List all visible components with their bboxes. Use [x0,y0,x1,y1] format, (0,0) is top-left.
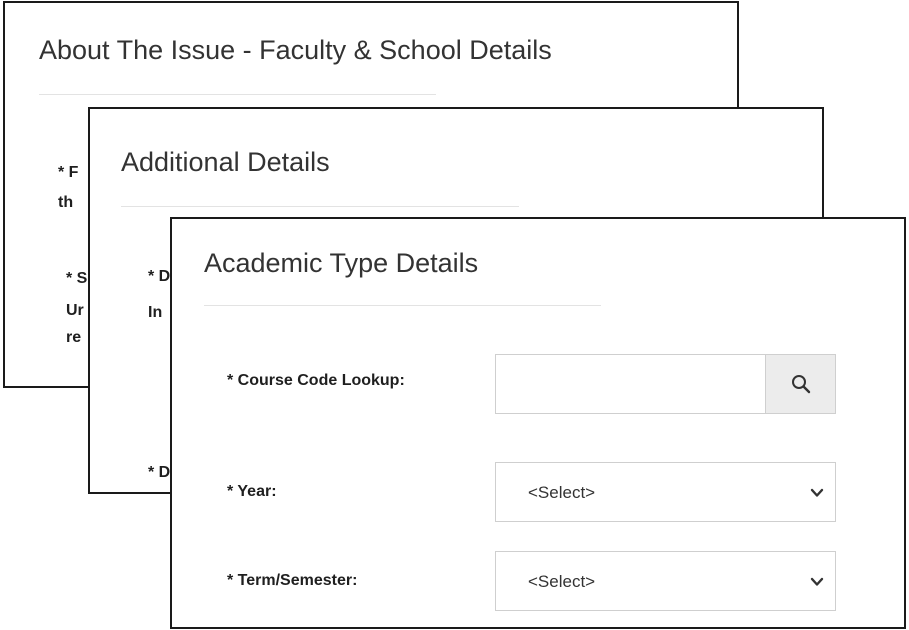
title-divider [204,305,601,306]
chevron-down-icon [810,488,824,497]
search-icon [791,375,810,394]
field-label-fragment: In [148,304,163,321]
course-code-label: * Course Code Lookup: [227,372,405,389]
panel-title: About The Issue - Faculty & School Detai… [39,35,552,65]
term-semester-select[interactable]: <Select> [495,551,836,611]
panel-title: Academic Type Details [204,248,479,278]
year-label: * Year: [227,483,277,500]
course-code-input[interactable] [495,354,765,414]
year-select[interactable]: <Select> [495,462,836,522]
title-divider [39,94,436,95]
term-semester-label: * Term/Semester: [227,572,358,589]
year-select-value: <Select> [528,483,596,502]
chevron-down-icon [810,577,824,586]
title-divider [121,206,519,207]
field-label-fragment: th [58,194,74,211]
course-code-search-button[interactable] [765,354,836,414]
field-label-fragment: * D [148,464,171,481]
field-label-fragment: * D [148,268,171,285]
field-label-fragment: * S [66,270,88,287]
academic-type-details-panel: Academic Type Details * Course Code Look… [170,217,906,629]
field-label-fragment: * F [58,164,79,181]
term-semester-select-value: <Select> [528,572,596,591]
panel-title: Additional Details [121,147,330,177]
field-label-fragment: Ur [66,302,84,319]
field-label-fragment: re [66,329,82,346]
